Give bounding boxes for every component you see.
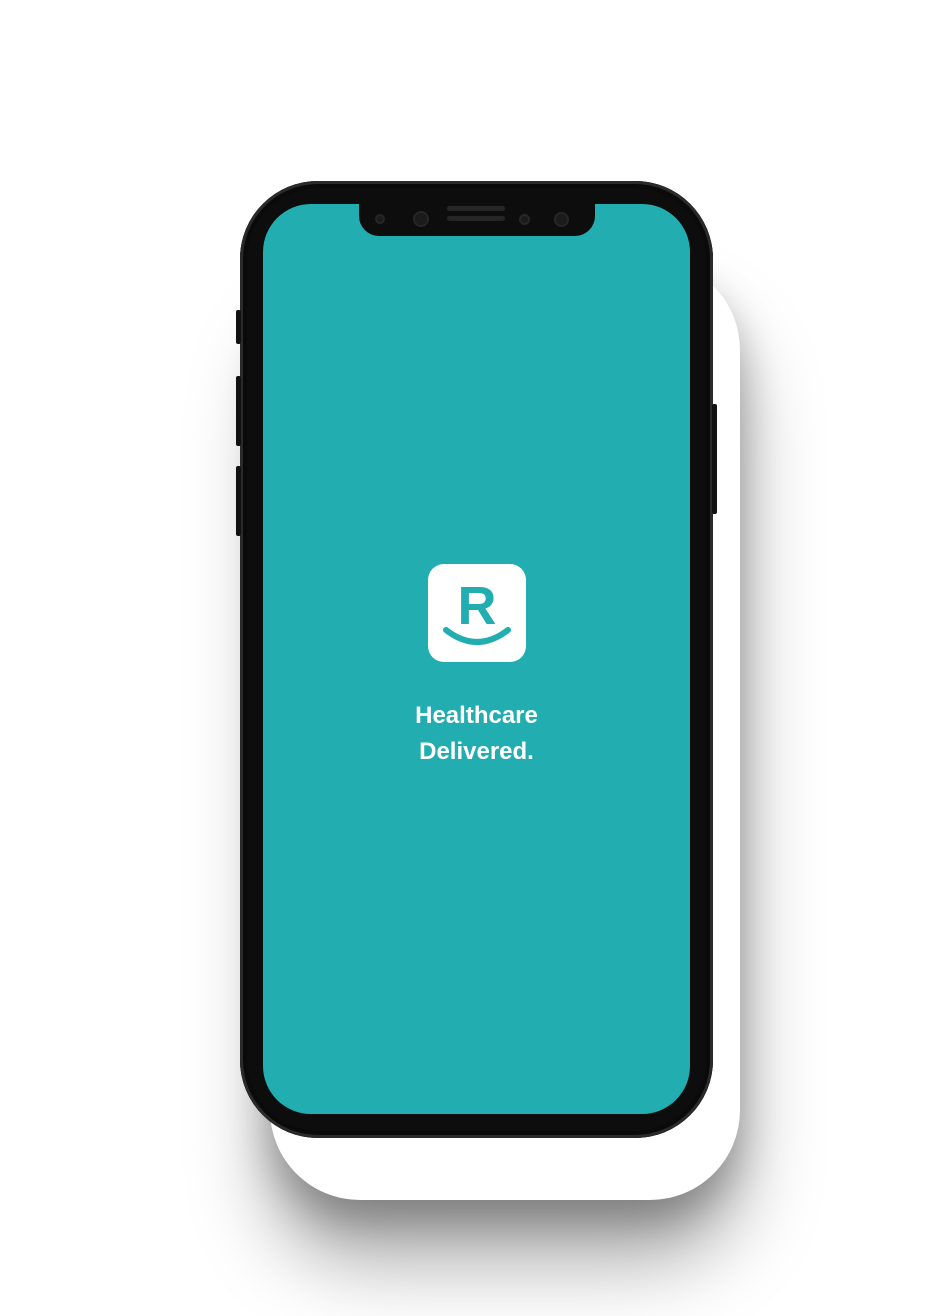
tagline: Healthcare Delivered. [263,698,690,770]
splash-screen: R Healthcare Delivered. [263,204,690,1114]
notch [359,204,595,236]
logo-letter: R [458,576,497,636]
volume-down-button [236,466,241,536]
ambient-light-sensor [519,214,530,225]
earpiece-speaker-bottom [447,216,505,221]
front-camera [413,211,429,227]
tagline-line1: Healthcare [415,702,538,729]
power-button [712,404,717,514]
volume-up-button [236,376,241,446]
tagline-line2: Delivered. [419,738,534,765]
earpiece-speaker-top [447,206,505,211]
r-smile-logo-icon: R [443,576,511,645]
mockup-stage: R Healthcare Delivered. [0,0,947,1316]
dot-projector [554,212,569,227]
app-logo: R [428,564,526,662]
mute-switch [236,310,241,344]
proximity-sensor [375,214,385,224]
